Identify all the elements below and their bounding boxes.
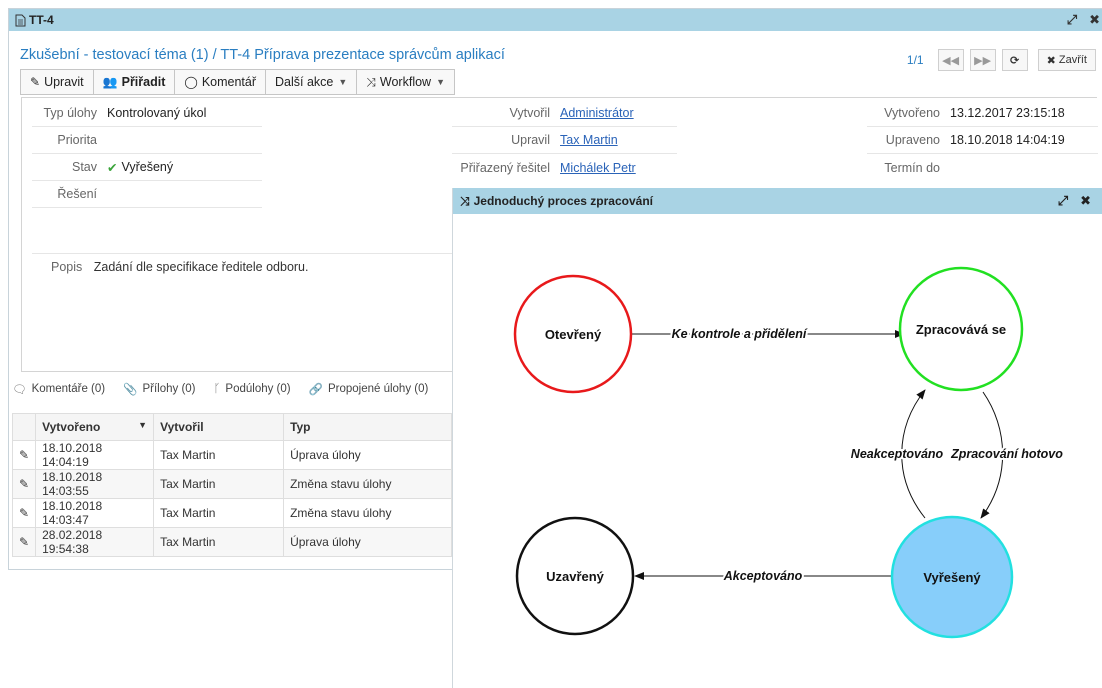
node-processing-label: Zpracovává se bbox=[916, 322, 1006, 337]
paperclip-icon: 📎 bbox=[123, 384, 138, 396]
edit-icon[interactable]: ✎ bbox=[11, 440, 37, 470]
window-titlebar: TT-4 ⤢ ✖ bbox=[9, 9, 1102, 31]
field-state: Stav ✔ Vyřešený bbox=[32, 154, 262, 181]
comment-icon: 🗨 bbox=[12, 384, 27, 396]
tab-linked-tasks[interactable]: 🔗 Propojené úlohy (0) bbox=[309, 382, 429, 396]
node-open-label: Otevřený bbox=[545, 327, 602, 342]
field-resolution: Řešení bbox=[32, 181, 262, 208]
close-x-icon: ✖ bbox=[1046, 54, 1056, 67]
previous-icon[interactable]: ◀◀ bbox=[937, 49, 964, 71]
close-icon[interactable]: ✖ bbox=[1089, 12, 1100, 28]
check-icon: ✔ bbox=[107, 160, 118, 175]
link-icon: 🔗 bbox=[308, 384, 323, 396]
branch-icon: ᚴ bbox=[213, 383, 221, 395]
table-header: Vytvořeno ▼ Vytvořil Typ bbox=[11, 413, 452, 441]
tab-attachments[interactable]: 📎 Přílohy (0) bbox=[123, 382, 195, 396]
workflow-dialog: ⤨ Jednoduchý proces zpracování ⤢ ✖ Ke ko… bbox=[452, 188, 1102, 688]
field-type: Typ úlohy Kontrolovaný úkol bbox=[32, 100, 262, 127]
edit-icon[interactable]: ✎ bbox=[11, 498, 37, 528]
more-actions-button[interactable]: Další akce ▼ bbox=[265, 69, 358, 95]
field-modified: Upraveno 18.10.2018 14:04:19 bbox=[867, 127, 1098, 154]
workflow-button[interactable]: ⤨ Workflow ▼ bbox=[356, 69, 455, 95]
close-button[interactable]: ✖ Zavřít bbox=[1037, 49, 1096, 71]
tab-subtasks[interactable]: ᚴ Podúlohy (0) bbox=[214, 382, 291, 396]
column-created-by[interactable]: Vytvořil bbox=[153, 413, 285, 441]
edit-icon: ✎ bbox=[30, 75, 41, 89]
page-title: Zkušební - testovací téma (1) / TT-4 Pří… bbox=[20, 47, 505, 63]
edit-icon[interactable]: ✎ bbox=[11, 527, 37, 557]
label-processing-resolved: Zpracování hotovo bbox=[950, 447, 1063, 461]
workflow-diagram: Ke kontrole a přidělení Zpracování hotov… bbox=[513, 266, 1065, 639]
table-row[interactable]: ✎ 18.10.2018 14:03:47 Tax Martin Změna s… bbox=[11, 498, 452, 528]
window-title: TT-4 bbox=[29, 13, 54, 27]
assignee-link[interactable]: Michálek Petr bbox=[560, 161, 636, 175]
label-resolved-closed: Akceptováno bbox=[723, 569, 803, 583]
column-type[interactable]: Typ bbox=[283, 413, 452, 441]
table-row[interactable]: ✎ 28.02.2018 19:54:38 Tax Martin Úprava … bbox=[11, 527, 452, 557]
toolbar: ✎ Upravit 👥 Přiřadit ◯ Komentář Další akce ▼… bbox=[20, 69, 455, 95]
table-row[interactable]: ✎ 18.10.2018 14:03:55 Tax Martin Změna s… bbox=[11, 469, 452, 499]
node-resolved-label: Vyřešený bbox=[923, 570, 981, 585]
pager: 1/1 ◀◀ ▶▶ ⟳ ✖ Zavřít bbox=[907, 49, 1096, 71]
field-priority: Priorita bbox=[32, 127, 262, 154]
label-open-processing: Ke kontrole a přidělení bbox=[672, 327, 808, 341]
detail-tabs: 🗨 Komentáře (0) 📎 Přílohy (0) ᚴ Podúlohy (0… bbox=[12, 382, 428, 396]
field-description: Popis Zadání dle specifikace ředitele od… bbox=[51, 260, 309, 274]
field-due: Termín do bbox=[884, 160, 940, 175]
edit-icon[interactable]: ✎ bbox=[11, 469, 37, 499]
next-icon[interactable]: ▶▶ bbox=[969, 49, 996, 71]
field-assignee: Přiřazený řešitel Michálek Petr bbox=[460, 160, 636, 175]
shuffle-icon: ⤨ bbox=[366, 74, 376, 89]
comment-button[interactable]: ◯ Komentář bbox=[174, 69, 267, 95]
label-resolved-processing: Neakceptováno bbox=[851, 447, 944, 461]
table-row[interactable]: ✎ 18.10.2018 14:04:19 Tax Martin Úprava … bbox=[11, 440, 452, 470]
edit-button[interactable]: ✎ Upravit bbox=[20, 69, 94, 95]
chevron-down-icon: ▼ bbox=[436, 77, 445, 87]
refresh-icon[interactable]: ⟳ bbox=[1001, 49, 1028, 71]
field-modified-by: Upravil Tax Martin bbox=[452, 127, 677, 154]
field-created-by: Vytvořil Administrátor bbox=[452, 100, 677, 127]
tab-comments[interactable]: 🗨 Komentáře (0) bbox=[12, 382, 105, 396]
field-created: Vytvořeno 13.12.2017 23:15:18 bbox=[867, 100, 1098, 127]
history-table: Vytvořeno ▼ Vytvořil Typ ✎ 18.10.2018 14:… bbox=[11, 413, 452, 557]
pager-count: 1/1 bbox=[906, 53, 924, 67]
assign-button[interactable]: 👥 Přiřadit bbox=[92, 69, 176, 95]
modified-by-link[interactable]: Tax Martin bbox=[560, 133, 618, 147]
column-created[interactable]: Vytvořeno ▼ bbox=[35, 413, 155, 441]
document-icon bbox=[15, 14, 26, 27]
users-icon: 👥 bbox=[102, 75, 118, 89]
node-closed-label: Uzavřený bbox=[546, 569, 605, 584]
created-by-link[interactable]: Administrátor bbox=[560, 106, 634, 120]
comment-icon: ◯ bbox=[184, 75, 198, 89]
maximize-icon[interactable]: ⤢ bbox=[1067, 12, 1077, 28]
chevron-down-icon: ▼ bbox=[338, 77, 348, 87]
sort-desc-icon: ▼ bbox=[138, 420, 148, 430]
